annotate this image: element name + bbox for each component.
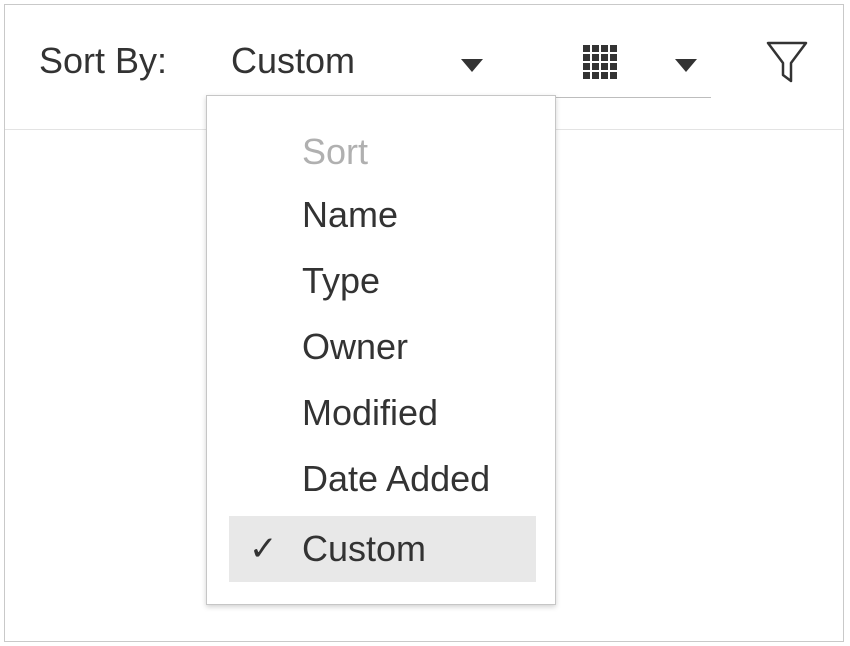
menu-item-label: Name: [302, 194, 399, 235]
view-caret-down-icon[interactable]: [675, 59, 697, 72]
checkmark-icon: ✓: [249, 530, 278, 568]
sort-option-date-added[interactable]: Date Added: [229, 446, 536, 512]
sort-by-label: Sort By:: [39, 40, 168, 81]
menu-item-label: Modified: [302, 392, 439, 433]
menu-item-label: Date Added: [302, 458, 491, 499]
filter-icon[interactable]: [765, 39, 809, 87]
sort-by-dropdown[interactable]: Custom: [231, 35, 711, 98]
sort-menu: Sort Name Type Owner Modified Date Added…: [206, 95, 556, 605]
grid-view-icon[interactable]: [583, 45, 617, 79]
sort-option-name[interactable]: Name: [229, 182, 536, 248]
menu-item-label: Owner: [302, 326, 409, 367]
sort-by-value[interactable]: Custom: [231, 39, 355, 83]
sort-option-type[interactable]: Type: [229, 248, 536, 314]
sort-option-custom[interactable]: ✓ Custom: [229, 516, 536, 582]
sort-menu-header: Sort: [302, 131, 369, 172]
caret-down-icon[interactable]: [461, 59, 483, 72]
sort-option-modified[interactable]: Modified: [229, 380, 536, 446]
menu-item-label: Custom: [302, 528, 427, 569]
sort-option-owner[interactable]: Owner: [229, 314, 536, 380]
menu-item-label: Type: [302, 260, 381, 301]
sort-panel: Sort By: Custom Sort Name Type Owner Mod…: [4, 4, 844, 642]
